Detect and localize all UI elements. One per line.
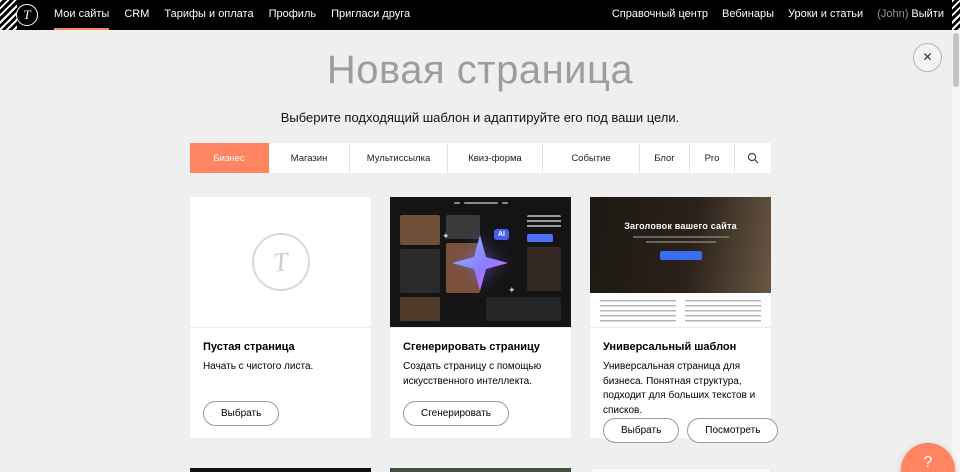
view-template-button[interactable]: Посмотреть xyxy=(687,418,778,443)
sparkle-icon: ✦ xyxy=(442,231,450,242)
tab-business[interactable]: Бизнес xyxy=(190,143,269,173)
ai-star-icon xyxy=(448,231,512,295)
card-blank-page: T Пустая страница Начать с чистого листа… xyxy=(190,197,371,438)
preview-blue-button xyxy=(527,234,553,242)
blank-page-preview[interactable]: T xyxy=(190,197,371,328)
universal-template-preview[interactable]: Заголовок вашего сайта xyxy=(590,197,771,328)
template-card-partial[interactable] xyxy=(190,468,371,472)
tab-blog[interactable]: Блог xyxy=(640,143,690,173)
tilda-sketch-letter: T xyxy=(270,234,291,289)
choose-template-button[interactable]: Выбрать xyxy=(603,418,679,443)
new-page-dialog: T Мои сайты CRM Тарифы и оплата Профиль … xyxy=(0,0,960,472)
tab-multilink[interactable]: Мультиссылка xyxy=(350,143,448,173)
choose-blank-button[interactable]: Выбрать xyxy=(203,401,279,426)
topbar-nav-left: Мои сайты CRM Тарифы и оплата Профиль Пр… xyxy=(54,0,410,30)
template-card-partial[interactable] xyxy=(590,468,771,472)
preview-hero-button xyxy=(660,251,702,260)
corner-stripes-right xyxy=(952,0,960,30)
ai-generate-preview[interactable]: ✦ ✦ AI xyxy=(390,197,571,328)
preview-hero-title: Заголовок вашего сайта xyxy=(590,221,771,231)
nav-logout[interactable]: (John) Выйти xyxy=(877,0,944,30)
card-ai-generate: ✦ ✦ AI Сгенерировать страницу Создать ст… xyxy=(390,197,571,438)
card-actions: Выбрать Посмотреть xyxy=(603,418,758,443)
nav-pricing[interactable]: Тарифы и оплата xyxy=(164,0,253,30)
preview-text-lines xyxy=(527,215,561,229)
preview-thumbnail xyxy=(486,297,561,321)
sparkle-icon: ✦ xyxy=(508,285,516,296)
preview-text-column xyxy=(600,300,676,322)
tab-search[interactable] xyxy=(735,143,771,173)
nav-crm[interactable]: CRM xyxy=(124,0,149,30)
nav-help-center[interactable]: Справочный центр xyxy=(612,0,708,30)
card-title: Сгенерировать страницу xyxy=(403,341,558,353)
template-card-partial[interactable] xyxy=(390,468,571,472)
nav-invite-friend[interactable]: Пригласи друга xyxy=(331,0,410,30)
ai-badge: AI xyxy=(494,229,509,240)
tab-pro[interactable]: Pro xyxy=(690,143,735,173)
help-button[interactable]: ? xyxy=(901,443,955,472)
nav-lessons[interactable]: Уроки и статьи xyxy=(788,0,863,30)
user-name: (John) xyxy=(877,8,908,20)
card-description: Универсальная страница для бизнеса. Поня… xyxy=(603,360,758,418)
nav-webinars[interactable]: Вебинары xyxy=(722,0,774,30)
preview-thumbnail xyxy=(527,247,561,291)
topbar: T Мои сайты CRM Тарифы и оплата Профиль … xyxy=(0,0,960,30)
template-cards-row: T Пустая страница Начать с чистого листа… xyxy=(190,197,771,438)
corner-stripes-left xyxy=(0,0,17,30)
card-description: Создать страницу с помощью искусственног… xyxy=(403,360,558,389)
card-actions: Выбрать xyxy=(203,401,358,426)
card-body: Пустая страница Начать с чистого листа. … xyxy=(190,328,371,438)
card-actions: Сгенерировать xyxy=(403,401,558,426)
tilda-logo[interactable]: T xyxy=(16,4,38,26)
close-icon[interactable]: ✕ xyxy=(913,43,942,72)
preview-text-column xyxy=(685,300,761,322)
preview-thumbnail xyxy=(400,249,440,293)
topbar-nav-right: Справочный центр Вебинары Уроки и статьи… xyxy=(612,0,944,30)
tilda-logo-letter: T xyxy=(23,7,30,22)
search-icon xyxy=(747,152,759,164)
preview-hero: Заголовок вашего сайта xyxy=(590,197,771,293)
nav-my-sites[interactable]: Мои сайты xyxy=(54,0,109,30)
tab-event[interactable]: Событие xyxy=(543,143,640,173)
nav-profile[interactable]: Профиль xyxy=(269,0,317,30)
card-body: Универсальный шаблон Универсальная стран… xyxy=(590,328,771,455)
tab-shop[interactable]: Магазин xyxy=(269,143,350,173)
preview-thumbnail xyxy=(400,215,440,245)
card-title: Универсальный шаблон xyxy=(603,341,758,353)
preview-thumbnail xyxy=(400,297,440,321)
generate-button[interactable]: Сгенерировать xyxy=(403,401,509,426)
logout-label: Выйти xyxy=(911,8,944,20)
vertical-scrollbar[interactable] xyxy=(952,30,960,472)
scrollbar-thumb[interactable] xyxy=(953,33,959,87)
preview-caption-line xyxy=(633,236,729,238)
card-body: Сгенерировать страницу Создать страницу … xyxy=(390,328,571,438)
card-universal-template: Заголовок вашего сайта Универсальный шаб… xyxy=(590,197,771,438)
page-subtitle: Выберите подходящий шаблон и адаптируйте… xyxy=(0,110,960,125)
card-title: Пустая страница xyxy=(203,341,358,353)
card-description: Начать с чистого листа. xyxy=(203,360,358,375)
page-title: Новая страница xyxy=(0,48,960,93)
preview-caption-line xyxy=(646,241,716,243)
template-category-tabs: Бизнес Магазин Мультиссылка Квиз-форма С… xyxy=(190,143,771,173)
tab-quiz-form[interactable]: Квиз-форма xyxy=(448,143,543,173)
template-cards-row-2 xyxy=(190,468,771,472)
tilda-sketch-logo-icon: T xyxy=(252,233,310,291)
preview-mini-topbar xyxy=(390,197,571,209)
help-question-mark: ? xyxy=(924,455,933,471)
